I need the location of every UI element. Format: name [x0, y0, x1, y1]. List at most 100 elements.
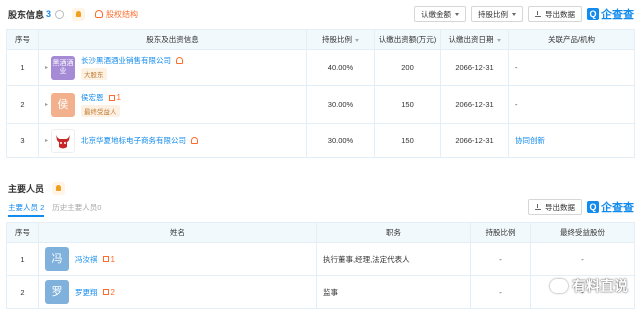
ratio-cell: 30.00%	[306, 85, 375, 124]
table-row: 1 冯 冯汝祺 1 执行董事,经理,法定代表人 - -	[6, 242, 635, 276]
expand-icon[interactable]: ▸	[45, 64, 48, 71]
table-row: 2 ▸ 侯 侯宏恩 1 最终受益人 30.00% 150 2066-12-31	[6, 85, 635, 124]
row-number: 2	[6, 275, 39, 309]
shareholder-name-link[interactable]: 侯宏恩	[81, 92, 104, 103]
brand-label: 企查查	[601, 9, 634, 21]
equity-structure-icon	[95, 10, 104, 18]
tab-count: 0	[97, 203, 102, 212]
shareholder-table: 序号 股东及出资信息 持股比例 认缴出资额(万元) 认缴出资日期 关联产品/机构…	[6, 29, 635, 158]
download-icon	[535, 204, 541, 210]
person-name-link[interactable]: 冯汝祺	[75, 254, 98, 265]
major-shareholder-badge: 大股东	[81, 68, 107, 80]
date-cell: 2066-12-31	[440, 49, 509, 86]
ratio-cell: -	[470, 275, 531, 309]
brand-label: 企查查	[601, 202, 634, 214]
sort-amount-label: 认缴金额	[421, 9, 451, 19]
company-logo[interactable]: 黑酒酒业	[51, 55, 76, 80]
col-header: 姓名	[38, 222, 317, 243]
col-header: 关联产品/机构	[508, 29, 635, 50]
company-icon	[108, 94, 115, 101]
tab-history-personnel[interactable]: 历史主要人员0	[52, 202, 101, 217]
help-icon[interactable]	[55, 9, 65, 19]
shareholder-name-link[interactable]: 北京华夏地标电子商务有限公司	[81, 135, 186, 146]
sort-amount-dropdown[interactable]: 认缴金额	[414, 6, 466, 22]
ratio-cell: 30.00%	[306, 123, 375, 158]
ratio-cell: -	[470, 242, 531, 276]
table-header-row: 序号 股东及出资信息 持股比例 认缴出资额(万元) 认缴出资日期 关联产品/机构	[6, 29, 635, 50]
sort-ratio-label: 持股比例	[478, 9, 508, 19]
related-product-link[interactable]: 协同创新	[508, 123, 635, 158]
col-header: 职务	[316, 222, 471, 243]
amount-cell: 150	[374, 85, 441, 124]
shareholder-cell: ▸ 北京华夏地标电子商务有限公司	[38, 123, 307, 158]
person-cell: 罗 罗更翔 2	[38, 275, 317, 309]
row-number: 1	[6, 49, 39, 86]
col-header-sortable[interactable]: 持股比例	[306, 29, 375, 50]
watermark-text: 有料直说	[572, 278, 628, 294]
related-cell: -	[508, 85, 635, 124]
qichacha-logo: Q 企查查	[587, 6, 634, 22]
shareholder-title: 股东信息	[8, 9, 45, 20]
date-cell: 2066-12-31	[440, 123, 509, 158]
relation-icon[interactable]	[191, 137, 199, 144]
export-button[interactable]: 导出数据	[528, 6, 582, 22]
beneficiary-badge: 最终受益人	[81, 105, 120, 117]
related-count: 1	[116, 93, 121, 102]
expand-icon[interactable]: ▸	[45, 101, 48, 108]
related-companies-count[interactable]: 1	[102, 254, 115, 264]
bell-icon[interactable]	[72, 7, 86, 21]
shareholder-name-link[interactable]: 长沙黑酒酒业销售有限公司	[81, 55, 171, 66]
company-logo[interactable]	[51, 128, 76, 153]
col-header: 最终受益股份	[530, 222, 635, 243]
table-header-row: 序号 姓名 职务 持股比例 最终受益股份	[6, 222, 635, 243]
personnel-tabs: 主要人员 2 历史主要人员0	[8, 202, 101, 217]
shareholder-cell: ▸ 侯 侯宏恩 1 最终受益人	[38, 85, 307, 124]
person-avatar[interactable]: 冯	[45, 247, 69, 271]
personnel-section-header: 主要人员	[8, 180, 66, 196]
shareholder-count: 3	[46, 9, 52, 19]
equity-structure-link[interactable]: 股权结构	[95, 9, 138, 20]
person-cell: 冯 冯汝祺 1	[38, 242, 317, 276]
related-cell: -	[508, 49, 635, 86]
personnel-table: 序号 姓名 职务 持股比例 最终受益股份 1 冯 冯汝祺 1 执行董事,经理,法…	[6, 222, 635, 309]
relation-icon[interactable]	[176, 57, 184, 64]
qichacha-icon: Q	[587, 8, 599, 20]
row-number: 1	[6, 242, 39, 276]
bell-icon[interactable]	[52, 181, 66, 195]
row-number: 3	[6, 123, 39, 158]
sort-icon	[355, 38, 359, 42]
related-companies-count[interactable]: 2	[102, 287, 115, 297]
personnel-toolbar: 导出数据 Q 企查查	[528, 199, 634, 215]
person-avatar[interactable]: 罗	[45, 280, 69, 304]
table-row: 1 ▸ 黑酒酒业 长沙黑酒酒业销售有限公司 大股东 40.00% 200 206…	[6, 49, 635, 86]
person-avatar[interactable]: 侯	[51, 92, 76, 117]
tab-count: 2	[40, 203, 45, 212]
export-button[interactable]: 导出数据	[528, 199, 582, 215]
amount-cell: 200	[374, 49, 441, 86]
bull-logo-icon	[56, 134, 71, 148]
col-header-label: 持股比例	[322, 35, 352, 44]
person-name-link[interactable]: 罗更翔	[75, 287, 98, 298]
tab-label: 历史主要人员	[52, 203, 98, 212]
export-label: 导出数据	[545, 9, 575, 19]
company-icon	[102, 289, 109, 295]
related-companies-count[interactable]: 1	[108, 93, 121, 102]
company-icon	[102, 256, 109, 262]
related-count: 2	[110, 287, 115, 297]
sort-ratio-dropdown[interactable]: 持股比例	[471, 6, 523, 22]
shareholder-section-header: 股东信息 3 股权结构	[8, 6, 138, 22]
qichacha-logo: Q 企查查	[587, 199, 634, 215]
personnel-title: 主要人员	[8, 183, 45, 194]
chevron-down-icon	[512, 12, 516, 16]
col-header: 股东及出资信息	[38, 29, 307, 50]
col-header-sortable[interactable]: 认缴出资日期	[440, 29, 509, 50]
watermark: 有料直说	[550, 276, 628, 296]
col-header: 序号	[6, 29, 39, 50]
equity-structure-label: 股权结构	[106, 9, 139, 19]
col-header: 序号	[6, 222, 39, 243]
tab-main-personnel[interactable]: 主要人员 2	[8, 202, 45, 217]
benefit-cell: -	[530, 242, 635, 276]
related-count: 1	[110, 254, 115, 264]
download-icon	[535, 11, 541, 17]
expand-icon[interactable]: ▸	[45, 137, 48, 144]
